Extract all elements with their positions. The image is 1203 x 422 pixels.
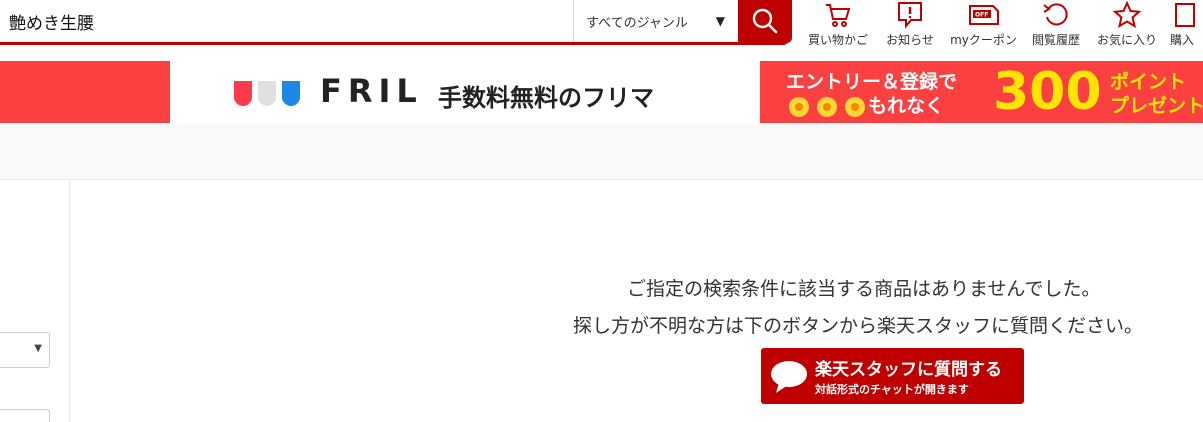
ask-staff-button[interactable]: 楽天スタッフに質問する 対話形式のチャットが開きます (761, 348, 1024, 404)
genre-select[interactable]: すべてのジャンル ▼ (573, 0, 735, 42)
nav-coupon[interactable]: OFF myクーポン (947, 0, 1020, 50)
search-button[interactable] (738, 0, 792, 43)
promo-pt-line1: ポイント (1110, 71, 1187, 93)
cart-icon (826, 4, 851, 27)
sidebar-select[interactable]: ▼ (0, 332, 50, 368)
sidebar-input[interactable] (0, 409, 50, 422)
promo-pt-line2: プレゼント (1110, 95, 1203, 117)
promo-line2: もれなく (868, 95, 945, 117)
dropdown-arrow-icon: ▼ (34, 343, 42, 354)
nav-history[interactable]: 閲覧履歴 (1028, 0, 1084, 50)
sidebar-divider (69, 181, 70, 422)
purchase-icon (1175, 3, 1195, 27)
banner-promo: エントリー＆登録で もれなく 300 ポイント プレゼント (760, 61, 1203, 123)
nav-notice[interactable]: お知らせ (881, 0, 939, 50)
nav-favorites[interactable]: お気に入り (1092, 0, 1162, 50)
nav-purchase[interactable]: 購入 (1170, 0, 1203, 50)
search-icon (752, 8, 778, 34)
fril-banner[interactable]: FRIL 手数料無料のフリマ エントリー＆登録で もれなく 300 ポイント プ… (0, 61, 1203, 123)
chat-bubble-icon (771, 361, 807, 393)
header-nav: 買い物かご お知らせ OFF myクーポン 閲覧履歴 お気に入り 購入 (803, 0, 1203, 50)
nav-favorites-label: お気に入り (1096, 33, 1157, 47)
star-icon (1112, 0, 1142, 29)
genre-select-label: すべてのジャンル (586, 15, 688, 31)
banner-tagline: 手数料無料のフリマ (438, 84, 654, 112)
sub-nav-bar (0, 124, 1203, 180)
nav-coupon-label: myクーポン (950, 33, 1017, 47)
dropdown-arrow-icon: ▼ (715, 14, 725, 28)
history-icon (1043, 3, 1068, 26)
promo-points: 300 (993, 62, 1102, 122)
search-input[interactable] (0, 0, 572, 42)
nav-purchase-label: 購入 (1170, 33, 1195, 47)
coupon-icon: OFF (968, 5, 999, 25)
no-result-message: ご指定の検索条件に該当する商品はありませんでした。 (627, 278, 1101, 300)
coin-icons (789, 97, 865, 117)
nav-cart-label: 買い物かご (807, 33, 868, 47)
banner-content: FRIL 手数料無料のフリマ エントリー＆登録で もれなく 300 ポイント プ… (170, 61, 1203, 123)
chat-button-subtitle: 対話形式のチャットが開きます (815, 383, 969, 396)
search-bar: すべてのジャンル ▼ (0, 0, 789, 45)
fril-logo-icon (234, 81, 300, 106)
nav-notice-label: お知らせ (886, 33, 934, 47)
notice-icon (898, 2, 922, 29)
fril-logo-text: FRIL (320, 72, 423, 110)
chat-button-title: 楽天スタッフに質問する (815, 360, 1002, 380)
help-message: 探し方が不明な方は下のボタンから楽天スタッフに質問ください。 (573, 315, 1144, 337)
svg-text:OFF: OFF (975, 12, 988, 19)
nav-history-label: 閲覧履歴 (1031, 33, 1080, 47)
promo-line1: エントリー＆登録で (786, 71, 958, 93)
nav-cart[interactable]: 買い物かご (803, 0, 873, 50)
